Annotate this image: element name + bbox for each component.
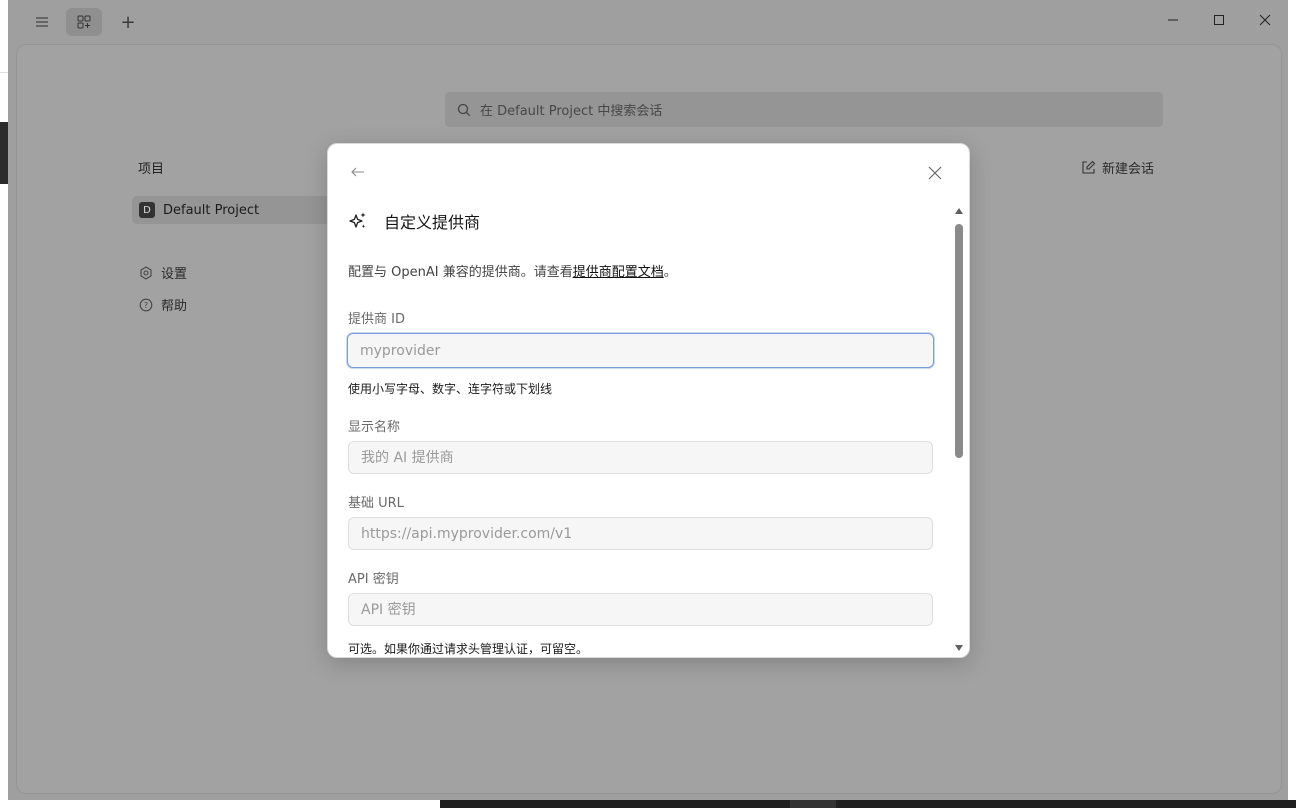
dialog-title-text: 自定义提供商: [384, 213, 481, 232]
search-placeholder: 在 Default Project 中搜索会话: [480, 104, 663, 119]
new-chat-label: 新建会话: [1102, 162, 1155, 177]
plus-icon[interactable]: +: [116, 10, 140, 34]
api-key-label: API 密钥: [348, 572, 399, 587]
base-url-input[interactable]: [348, 517, 933, 550]
background-window-right: [1288, 0, 1296, 808]
dialog-title: 自定义提供商: [348, 209, 480, 233]
new-chat-button[interactable]: 新建会话: [1081, 158, 1154, 177]
title-bar: +: [8, 0, 1288, 44]
gear-icon: [139, 265, 153, 280]
settings-label: 设置: [161, 267, 188, 282]
project-badge: D: [139, 202, 155, 218]
svg-text:?: ?: [144, 301, 148, 310]
menu-icon[interactable]: [30, 10, 54, 34]
api-key-hint: 可选。如果你通过请求头管理认证，可留空。: [348, 642, 589, 656]
desktop-line: [0, 72, 8, 73]
maximize-icon[interactable]: [1197, 6, 1241, 34]
scroll-thumb[interactable]: [955, 224, 963, 458]
api-key-input[interactable]: [348, 593, 933, 626]
projects-heading: 项目: [138, 162, 165, 177]
dialog-description: 配置与 OpenAI 兼容的提供商。请查看提供商配置文档。: [348, 261, 677, 280]
help-link[interactable]: ? 帮助: [139, 295, 187, 314]
provider-docs-link[interactable]: 提供商配置文档: [573, 265, 664, 280]
settings-link[interactable]: 设置: [139, 263, 187, 282]
search-icon: [457, 102, 473, 118]
grid-icon[interactable]: [66, 8, 102, 36]
dialog-scrollbar[interactable]: [954, 208, 964, 653]
back-arrow-icon[interactable]: [350, 164, 368, 182]
custom-provider-dialog: 自定义提供商 配置与 OpenAI 兼容的提供商。请查看提供商配置文档。 提供商…: [327, 143, 970, 658]
provider-id-input[interactable]: [347, 333, 934, 368]
close-icon[interactable]: [928, 166, 946, 184]
provider-id-label: 提供商 ID: [348, 312, 405, 327]
scroll-up-arrow[interactable]: [955, 208, 963, 214]
project-item-default[interactable]: D Default Project: [132, 196, 332, 224]
minimize-icon[interactable]: [1151, 6, 1195, 34]
edit-icon: [1081, 160, 1096, 175]
base-url-label: 基础 URL: [348, 496, 404, 511]
scroll-down-arrow[interactable]: [955, 645, 963, 651]
description-text: 配置与 OpenAI 兼容的提供商。请查看: [348, 265, 573, 280]
provider-id-hint: 使用小写字母、数字、连字符或下划线: [348, 382, 553, 396]
project-name: Default Project: [163, 202, 260, 218]
display-name-label: 显示名称: [348, 420, 401, 435]
background-window-left: [0, 122, 8, 184]
description-end: 。: [663, 265, 677, 280]
display-name-input[interactable]: [348, 441, 933, 474]
close-window-icon[interactable]: [1243, 6, 1287, 34]
search-bar[interactable]: 在 Default Project 中搜索会话: [445, 92, 1163, 127]
help-icon: ?: [139, 298, 153, 312]
taskbar-edge: [440, 800, 1296, 808]
sparkles-icon: [348, 211, 368, 231]
desktop-bottom-left: [0, 800, 440, 808]
help-label: 帮助: [161, 299, 188, 314]
